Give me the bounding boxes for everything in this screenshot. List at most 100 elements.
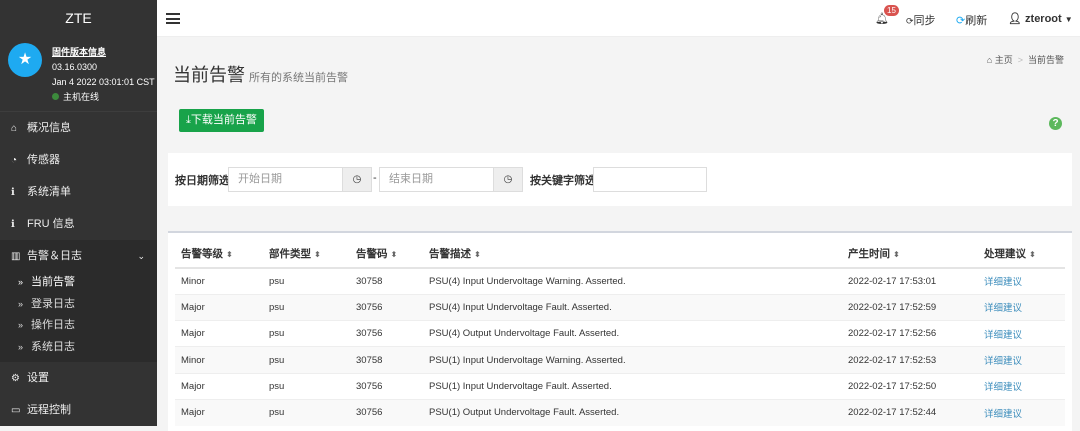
table-row: Major psu 30756 PSU(4) Input Undervoltage F… <box>175 293 1065 321</box>
breadcrumb: ⌂ 主页 > 当前告警 <box>986 55 1064 65</box>
sidebar-item-label: 系统日志 <box>31 340 76 353</box>
home-icon: ⌂ <box>11 123 18 134</box>
page-title: 当前告警 所有的系统当前告警 <box>173 61 348 87</box>
sort-icon[interactable]: ⬍ <box>226 250 233 259</box>
sort-icon[interactable]: ⬍ <box>893 250 900 259</box>
advice-link[interactable]: 详细建议 <box>984 330 1022 341</box>
clock-icon[interactable]: ◷ <box>342 167 372 192</box>
alarm-table-panel: 告警等级 ⬍ 部件类型 ⬍ 告警码 ⬍ 告警描述 ⬍ 产生时间 ⬍ 处理建议 ⬍ Minor psu 30… <box>168 231 1072 431</box>
table-cell: psu <box>263 398 350 426</box>
advice-link[interactable]: 详细建议 <box>984 303 1022 314</box>
table-cell: psu <box>263 267 350 295</box>
double-chevron-icon: » <box>18 320 24 330</box>
sidebar-subitem-system-log[interactable]: » 系统日志 <box>0 337 157 359</box>
sort-icon[interactable]: ⬍ <box>391 250 398 259</box>
date-filter-label: 按日期筛选 <box>175 175 230 187</box>
keyword-input[interactable] <box>593 167 707 192</box>
sidebar-item-label: 系统清单 <box>27 186 71 198</box>
sidebar-item-label: FRU 信息 <box>27 218 75 230</box>
column-header[interactable]: 告警描述 ⬍ <box>423 240 842 269</box>
table-row: Minor psu 30758 PSU(4) Input Undervoltage W… <box>175 267 1065 295</box>
sidebar-item-label: 告警＆日志 <box>27 250 82 262</box>
breadcrumb-current: 当前告警 <box>1027 55 1064 65</box>
username: zteroot <box>1025 13 1062 25</box>
column-header[interactable]: 产生时间 ⬍ <box>842 240 978 269</box>
star-icon: ★ <box>8 43 42 77</box>
table-cell: 30756 <box>350 293 423 321</box>
sync-button[interactable]: ⟳同步 <box>906 12 936 28</box>
table-cell: 详细建议 <box>978 293 1065 321</box>
advice-link[interactable]: 详细建议 <box>984 356 1022 367</box>
sync-label: 同步 <box>913 15 936 27</box>
sidebar-item-label: 登录日志 <box>31 297 76 310</box>
breadcrumb-home[interactable]: 主页 <box>995 55 1013 65</box>
table-cell: psu <box>263 372 350 400</box>
table-cell: 2022-02-17 17:53:01 <box>842 267 978 295</box>
sort-icon[interactable]: ⬍ <box>314 250 321 259</box>
info-icon: ℹ <box>11 187 15 198</box>
table-cell: 详细建议 <box>978 346 1065 374</box>
advice-link[interactable]: 详细建议 <box>984 382 1022 393</box>
refresh-label: 刷新 <box>965 15 988 27</box>
host-status: 主机在线 <box>63 92 100 102</box>
clock-icon[interactable]: ◷ <box>493 167 523 192</box>
table-cell: 2022-02-17 17:52:53 <box>842 346 978 374</box>
firmware-info-link[interactable]: 固件版本信息 <box>52 45 155 60</box>
table-cell: psu <box>263 293 350 321</box>
chevron-down-icon: ⌄ <box>137 251 145 261</box>
end-date-input[interactable]: 结束日期 <box>379 167 494 192</box>
download-alarms-button[interactable]: ⤓下载当前告警 <box>179 109 264 132</box>
sidebar-subitem-login-log[interactable]: » 登录日志 <box>0 294 157 316</box>
monitor-icon: ▭ <box>11 405 21 416</box>
column-header[interactable]: 告警码 ⬍ <box>350 240 423 269</box>
sidebar-item-inventory[interactable]: ℹ 系统清单 <box>0 176 157 208</box>
advice-link[interactable]: 详细建议 <box>984 409 1022 420</box>
table-row: Major psu 30756 PSU(4) Output Undervoltage … <box>175 320 1065 347</box>
table-cell: PSU(4) Input Undervoltage Fault. Asserte… <box>423 293 842 321</box>
sidebar-item-label: 设置 <box>27 372 49 384</box>
table-cell: PSU(4) Output Undervoltage Fault. Assert… <box>423 320 842 347</box>
menu-toggle-icon[interactable] <box>166 13 180 24</box>
column-header[interactable]: 处理建议 ⬍ <box>978 240 1065 269</box>
table-cell: PSU(1) Input Undervoltage Warning. Asser… <box>423 346 842 374</box>
page-title-text: 当前告警 <box>173 65 245 85</box>
sort-icon[interactable]: ⬍ <box>1029 250 1036 259</box>
sidebar-item-remote-control[interactable]: ▭ 远程控制 <box>0 394 157 426</box>
table-cell: Minor <box>175 267 263 295</box>
table-cell: 2022-02-17 17:52:56 <box>842 320 978 347</box>
sidebar-item-settings[interactable]: ⚙ 设置 <box>0 362 157 394</box>
sidebar-item-fru[interactable]: ℹ FRU 信息 <box>0 208 157 240</box>
table-cell: 详细建议 <box>978 320 1065 347</box>
user-menu[interactable]: 👤︎ zteroot ▼ <box>1008 12 1073 25</box>
help-icon[interactable]: ? <box>1049 117 1062 130</box>
column-header-label: 产生时间 <box>848 248 890 260</box>
chart-icon: ▥ <box>11 251 21 262</box>
table-cell: PSU(1) Input Undervoltage Fault. Asserte… <box>423 372 842 400</box>
refresh-button[interactable]: ⟳刷新 <box>956 12 987 28</box>
double-chevron-icon: » <box>18 341 24 352</box>
sort-icon[interactable]: ⬍ <box>474 250 481 259</box>
top-bar: 🔔︎ 15 ⟳同步 ⟳刷新 👤︎ zteroot ▼ <box>157 0 1080 37</box>
gear-icon: ⚙ <box>11 373 20 384</box>
column-header-label: 处理建议 <box>984 248 1026 260</box>
sidebar-item-overview[interactable]: ⌂ 概况信息 <box>0 112 157 144</box>
firmware-panel: ★ 固件版本信息 03.16.0300 Jan 4 2022 03:01:01 … <box>0 37 157 112</box>
sidebar-item-alarms-logs[interactable]: ▥ 告警＆日志 ⌄ <box>0 240 157 272</box>
date-range-separator: - <box>373 172 377 184</box>
sidebar-subitem-current-alarms[interactable]: » 当前告警 <box>0 272 157 294</box>
sidebar-item-label: 概况信息 <box>27 122 71 134</box>
column-header[interactable]: 告警等级 ⬍ <box>175 240 263 269</box>
table-cell: psu <box>263 346 350 374</box>
table-cell: 详细建议 <box>978 372 1065 400</box>
column-header-label: 告警码 <box>356 248 388 260</box>
column-header-label: 告警等级 <box>181 248 223 260</box>
table-cell: psu <box>263 320 350 347</box>
column-header[interactable]: 部件类型 ⬍ <box>263 240 350 269</box>
sidebar-subitem-operation-log[interactable]: » 操作日志 <box>0 315 157 337</box>
advice-link[interactable]: 详细建议 <box>984 277 1022 288</box>
table-cell: PSU(4) Input Undervoltage Warning. Asser… <box>423 267 842 295</box>
caret-down-icon: ▼ <box>1064 15 1073 24</box>
table-cell: Major <box>175 398 263 426</box>
sidebar-item-sensors[interactable]: ◔ 传感器 <box>0 144 157 176</box>
start-date-input[interactable]: 开始日期 <box>228 167 343 192</box>
